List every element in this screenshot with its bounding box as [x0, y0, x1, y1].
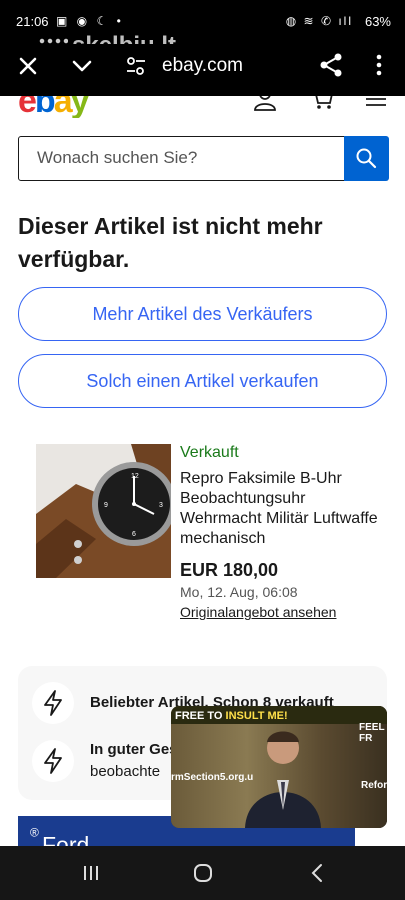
browser-toolbar: ebay.com [0, 44, 405, 96]
search-bar [18, 135, 389, 181]
page-title: Dieser Artikel ist nicht mehr verfügbar. [18, 213, 323, 272]
svg-text:12: 12 [131, 473, 139, 480]
close-icon[interactable] [14, 52, 42, 80]
notification-icons: ▣ ◉ ☾ • [56, 14, 124, 28]
ebay-logo[interactable]: ebay [18, 96, 90, 118]
more-from-seller-button[interactable]: Mehr Artikel des Verkäufers [18, 287, 387, 341]
search-button[interactable] [343, 135, 389, 181]
search-input[interactable] [19, 137, 343, 179]
ebay-header: ebay [0, 96, 405, 118]
navigation-bar [0, 846, 405, 900]
lightning-icon [32, 682, 74, 724]
video-caption-left: rmSection5.org.u [171, 772, 254, 783]
account-icon[interactable] [252, 96, 278, 112]
more-vert-icon[interactable] [368, 52, 390, 78]
status-time: 21:06 [16, 14, 49, 29]
svg-text:3: 3 [159, 502, 163, 509]
svg-text:6: 6 [132, 531, 136, 538]
search-icon [356, 148, 377, 169]
item-price: EUR 180,00 [180, 560, 279, 580]
speaker-image [245, 731, 321, 828]
cart-icon[interactable] [309, 96, 335, 112]
video-overlay[interactable]: FREE TO INSULT ME! FEEL FR rmSection5.or… [171, 706, 387, 828]
video-banner-right: FEEL FR [359, 722, 385, 744]
signal-icons: ◍ ≋ ✆ ıll [285, 14, 353, 28]
sold-date: Mo, 12. Aug, 06:08 [180, 584, 298, 600]
chevron-down-icon[interactable] [68, 52, 96, 80]
share-icon[interactable] [318, 52, 344, 78]
sold-status: Verkauft [180, 444, 239, 461]
tune-icon[interactable] [124, 54, 148, 78]
recent-apps-icon[interactable] [78, 860, 104, 886]
svg-text:9: 9 [104, 502, 108, 509]
home-icon[interactable] [190, 860, 216, 886]
item-title[interactable]: Repro Faksimile B-Uhr Beobachtungsuhr We… [180, 469, 380, 549]
watchers-text-line1: In guter Ges [90, 741, 178, 758]
item-card[interactable]: 12 3 6 9 Verkauft Repro Faksimile B-Uhr Beo… [36, 444, 388, 634]
battery-level: 63% [364, 14, 391, 29]
sell-similar-button[interactable]: Solch einen Artikel verkaufen [18, 354, 387, 408]
original-listing-link[interactable]: Originalangebot ansehen [180, 604, 336, 620]
back-icon[interactable] [305, 860, 331, 886]
menu-icon[interactable] [363, 96, 389, 112]
lightning-icon [32, 740, 74, 782]
video-caption-right: Reform [361, 780, 387, 791]
watch-image: 12 3 6 9 [36, 444, 171, 578]
item-image[interactable]: 12 3 6 9 [36, 444, 171, 578]
watchers-text-line2: beobachte [90, 763, 161, 780]
url-text[interactable]: ebay.com [162, 55, 243, 77]
